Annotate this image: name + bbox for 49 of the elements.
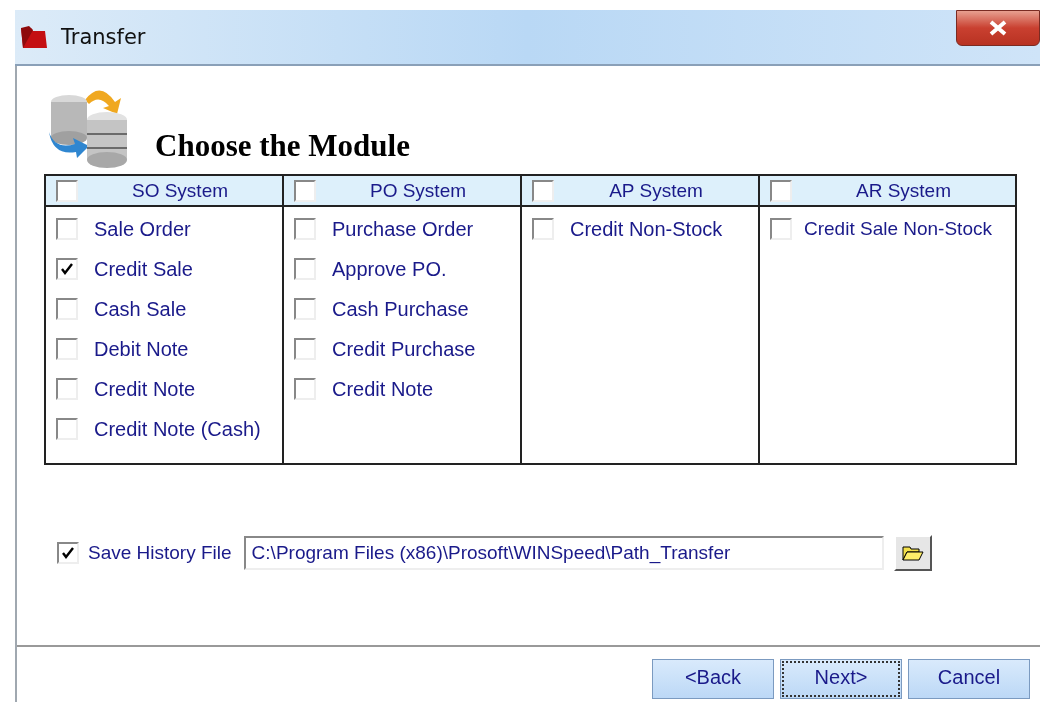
checkbox[interactable] (294, 258, 316, 280)
checkbox[interactable] (56, 418, 78, 440)
checkbox-label: Credit Purchase (332, 337, 476, 361)
dialog-button[interactable]: <Back (652, 659, 774, 699)
checkbox-label: Credit Sale Non-Stock (804, 218, 992, 240)
checkbox-label: Credit Note (Cash) (94, 417, 261, 441)
checkbox-label: Credit Non-Stock (570, 217, 723, 241)
folder-icon (19, 24, 49, 50)
checkbox-label: Sale Order (94, 217, 191, 241)
checkbox[interactable] (294, 218, 316, 240)
checkbox-label: Purchase Order (332, 217, 474, 241)
checkbox-label: Approve PO. (332, 257, 447, 281)
checkbox[interactable] (56, 179, 78, 202)
checkbox-label: Credit Sale (94, 257, 193, 281)
column-header: AR System (855, 179, 952, 202)
checkbox[interactable] (294, 378, 316, 400)
checkbox-label: Debit Note (94, 337, 189, 361)
checkbox[interactable] (770, 179, 792, 202)
check-icon (60, 262, 74, 276)
checkbox[interactable] (770, 218, 792, 240)
checkbox-label: Credit Note (332, 377, 434, 401)
checkbox[interactable] (57, 542, 79, 564)
path-field[interactable]: C:\Program Files (x86)\Prosoft\WINSpeed\Path_Transfer (243, 536, 884, 570)
heading: Choose the Module (155, 128, 410, 164)
dialog-button[interactable]: Cancel (908, 659, 1030, 699)
checkbox-label: Cash Sale (94, 297, 187, 321)
checkbox[interactable] (294, 298, 316, 320)
checkbox[interactable] (294, 179, 316, 202)
checkbox-label: Cash Purchase (332, 297, 469, 321)
column-header: AP System (608, 179, 704, 202)
checkbox[interactable] (532, 218, 554, 240)
window-title: Transfer (61, 25, 146, 49)
checkbox[interactable] (56, 218, 78, 240)
check-icon (61, 546, 75, 560)
browse-button[interactable] (893, 535, 932, 571)
column-header: SO System (130, 179, 230, 202)
checkbox[interactable] (56, 258, 78, 280)
checkbox[interactable] (56, 298, 78, 320)
checkbox-label: Save History File (88, 542, 232, 564)
column-header: PO System (368, 179, 468, 202)
checkbox[interactable] (56, 338, 78, 360)
close-button[interactable] (956, 10, 1040, 46)
dialog-button[interactable]: Next> (780, 659, 902, 699)
checkbox[interactable] (294, 338, 316, 360)
checkbox-label: Credit Note (94, 377, 196, 401)
checkbox[interactable] (532, 179, 554, 202)
folder-icon (901, 544, 924, 562)
close-icon (988, 20, 1008, 36)
checkbox[interactable] (56, 378, 78, 400)
